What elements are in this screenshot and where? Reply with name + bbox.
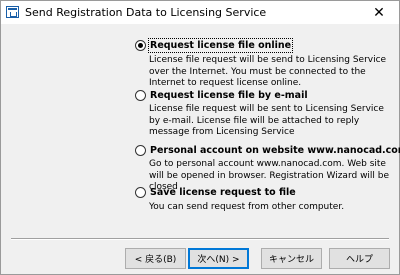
- option-email-description: License file request will be sent to Lic…: [149, 104, 384, 137]
- option-email[interactable]: Request license file by e-mail: [135, 90, 308, 101]
- close-button[interactable]: ✕: [363, 1, 395, 24]
- options-panel: Request license file online License file…: [1, 24, 400, 234]
- cancel-button[interactable]: キャンセル: [261, 248, 322, 269]
- radio-online[interactable]: [135, 40, 146, 51]
- option-save-file-label[interactable]: Save license request to file: [150, 187, 296, 198]
- title-bar: Send Registration Data to Licensing Serv…: [1, 1, 399, 24]
- radio-save-file[interactable]: [135, 187, 146, 198]
- option-online-label[interactable]: Request license file online: [147, 38, 294, 53]
- separator: [11, 238, 389, 240]
- window-title: Send Registration Data to Licensing Serv…: [25, 6, 267, 19]
- option-save-file-description: You can send request from other computer…: [149, 202, 345, 212]
- option-online[interactable]: Request license file online: [135, 38, 294, 53]
- radio-email[interactable]: [135, 90, 146, 101]
- help-button[interactable]: ヘルプ: [329, 248, 390, 269]
- back-button[interactable]: < 戻る(B): [125, 248, 186, 269]
- next-button[interactable]: 次へ(N) >: [188, 248, 249, 269]
- option-website-label[interactable]: Personal account on website www.nanocad.…: [150, 145, 400, 156]
- option-website[interactable]: Personal account on website www.nanocad.…: [135, 145, 400, 156]
- option-online-description: License file request will be send to Lic…: [149, 55, 387, 88]
- option-save-file[interactable]: Save license request to file: [135, 187, 296, 198]
- app-icon: [6, 6, 19, 18]
- dialog-window: Send Registration Data to Licensing Serv…: [0, 0, 400, 275]
- option-email-label[interactable]: Request license file by e-mail: [150, 90, 308, 101]
- radio-website[interactable]: [135, 145, 146, 156]
